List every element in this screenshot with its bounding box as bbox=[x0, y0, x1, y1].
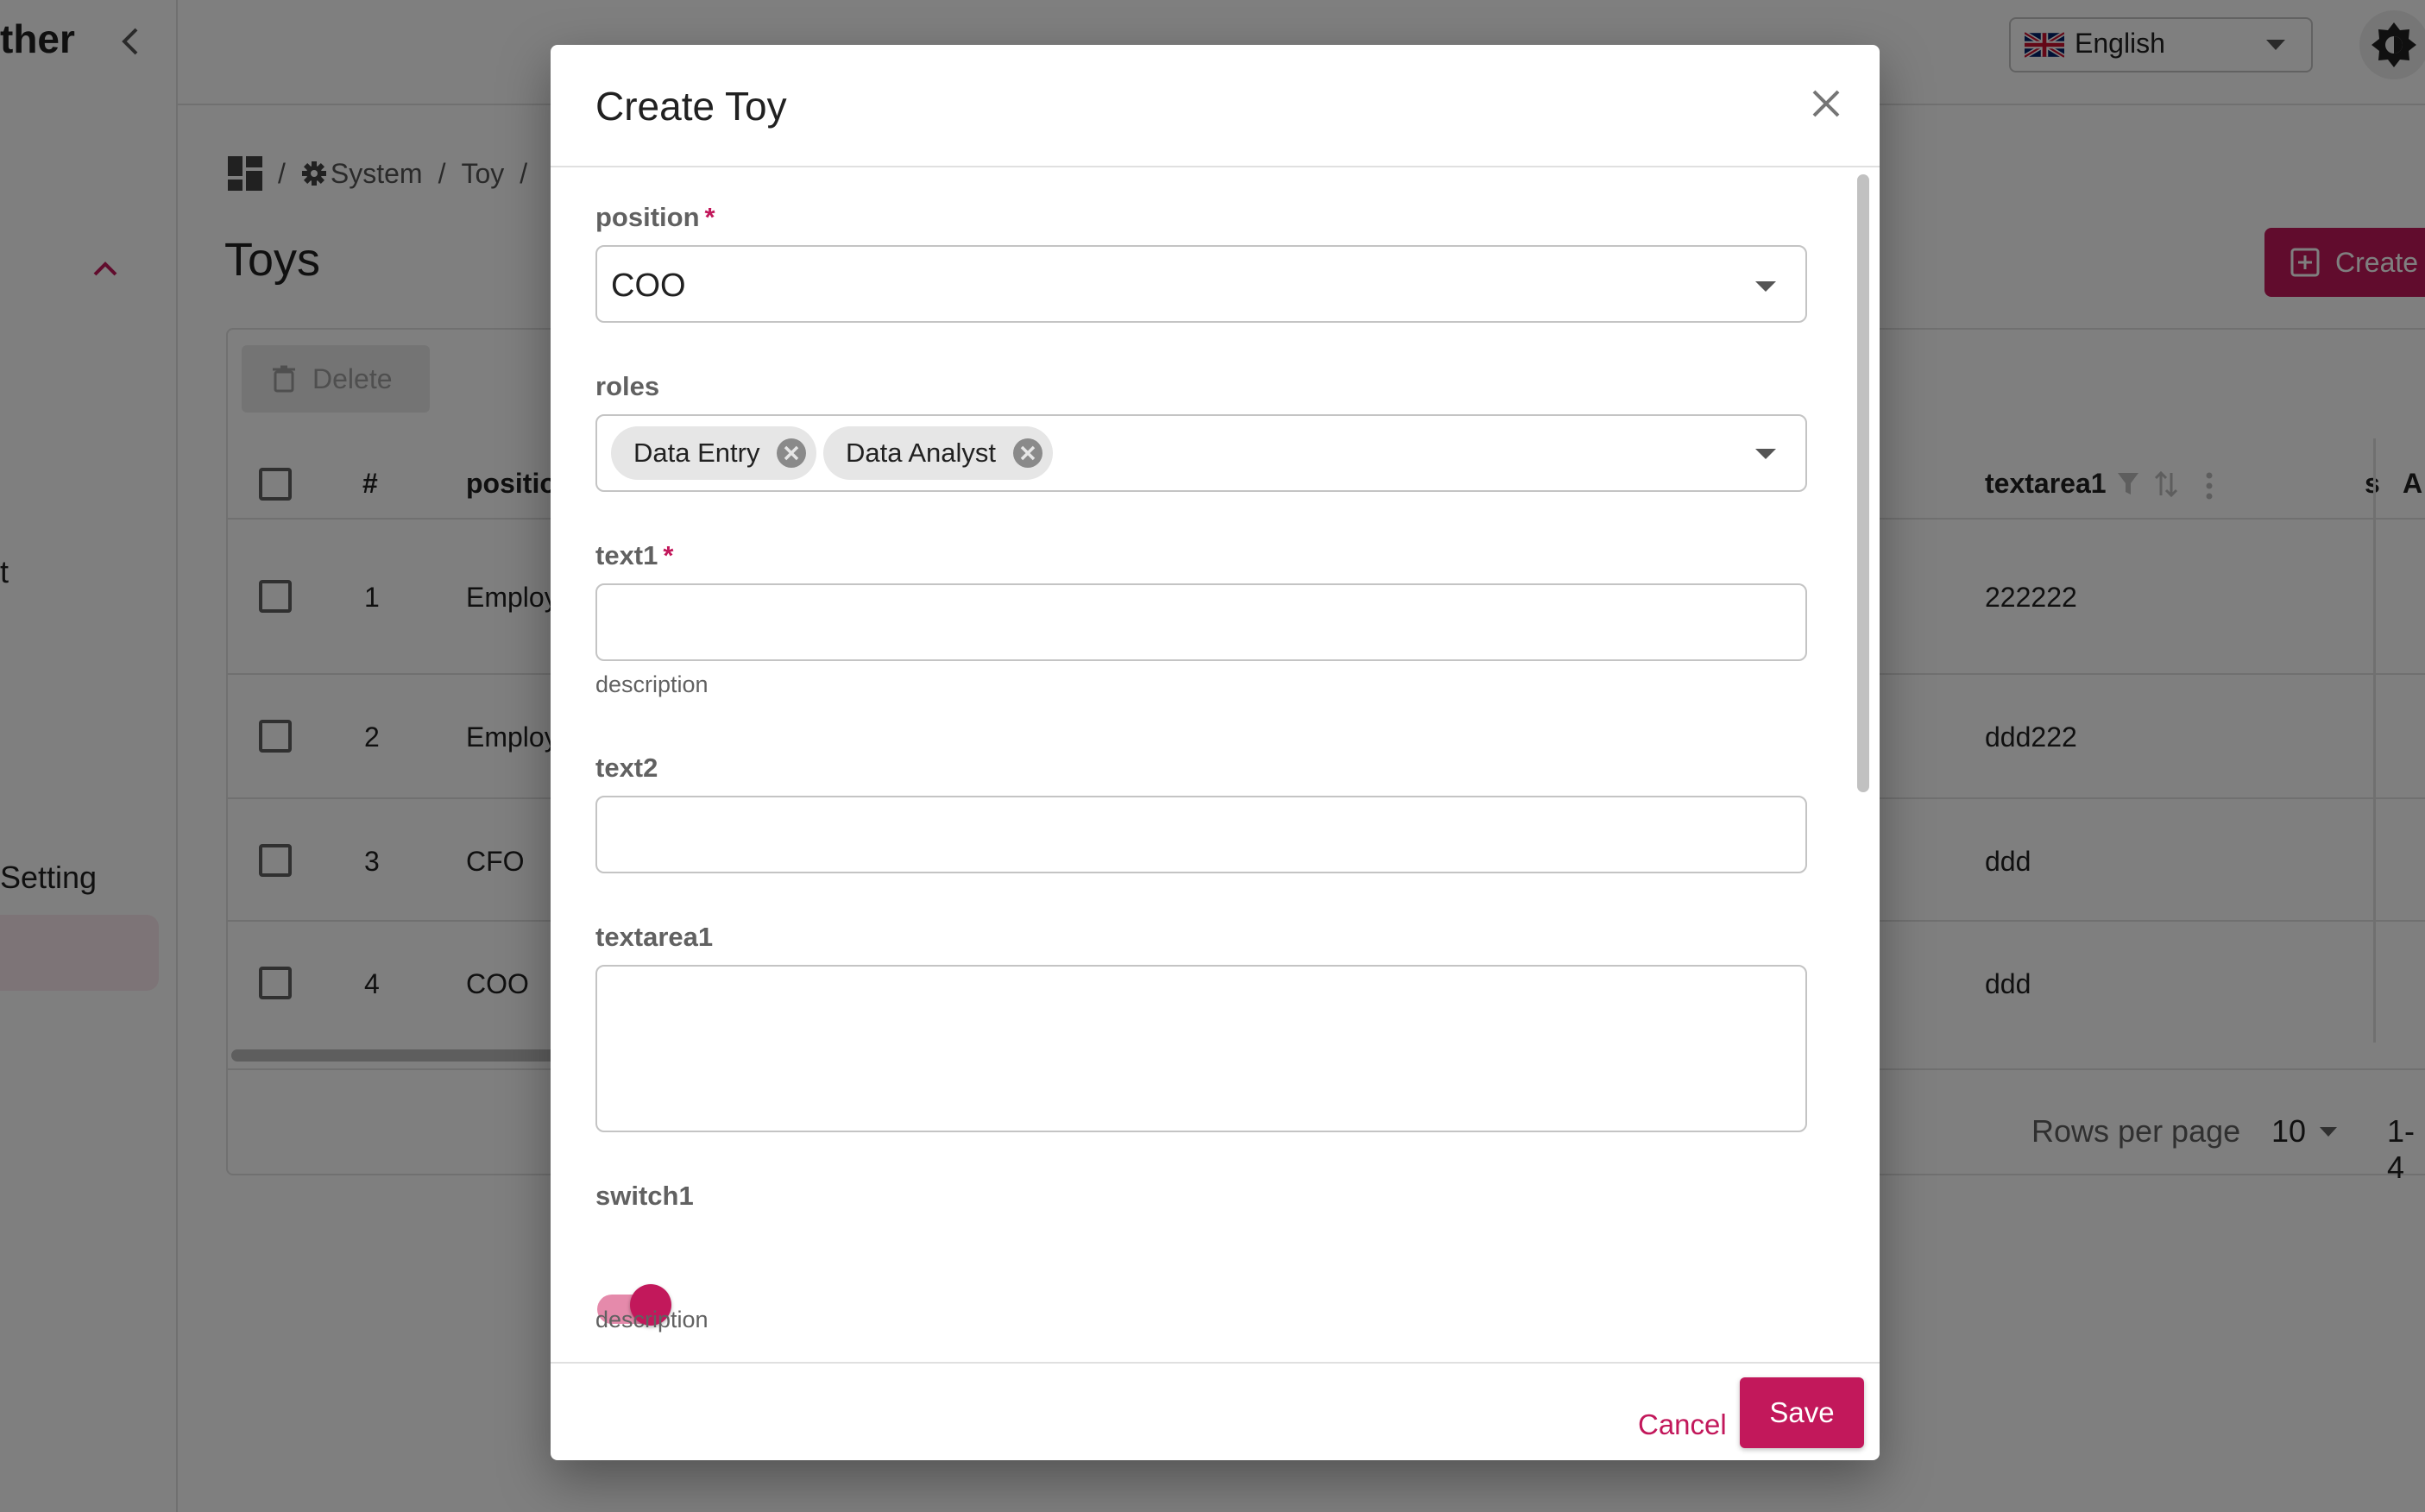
dialog-title: Create Toy bbox=[595, 84, 787, 129]
cancel-button[interactable]: Cancel bbox=[1626, 1391, 1739, 1458]
chip-remove-icon[interactable] bbox=[1011, 437, 1044, 469]
chip-label: Data Analyst bbox=[846, 438, 997, 468]
role-chip-data-analyst[interactable]: Data Analyst bbox=[823, 426, 1054, 480]
save-button[interactable]: Save bbox=[1740, 1377, 1864, 1448]
caret-down-icon bbox=[1755, 281, 1776, 292]
text1-label: text1 * bbox=[595, 540, 674, 570]
position-label: position * bbox=[595, 202, 715, 232]
dialog-header-divider bbox=[551, 166, 1880, 167]
text2-input[interactable] bbox=[595, 796, 1807, 873]
switch1-label: switch1 bbox=[595, 1181, 694, 1211]
roles-label: roles bbox=[595, 371, 660, 401]
dialog-scrollbar[interactable] bbox=[1857, 174, 1869, 792]
create-toy-dialog: Create Toy position * COO roles Data Entr… bbox=[551, 45, 1880, 1460]
text1-input[interactable] bbox=[595, 583, 1807, 661]
switch1-helper-text: description bbox=[595, 1307, 709, 1332]
position-select-value: COO bbox=[611, 268, 686, 304]
required-marker: * bbox=[663, 540, 674, 570]
text2-label: text2 bbox=[595, 753, 658, 783]
required-marker: * bbox=[704, 202, 715, 232]
chip-remove-icon[interactable] bbox=[775, 437, 808, 469]
textarea1-label: textarea1 bbox=[595, 922, 714, 952]
close-icon[interactable] bbox=[1805, 83, 1847, 124]
caret-down-icon bbox=[1755, 449, 1776, 459]
text1-helper-text: description bbox=[595, 671, 709, 697]
position-select[interactable]: COO bbox=[595, 245, 1807, 323]
chip-label: Data Entry bbox=[633, 438, 760, 468]
role-chip-data-entry[interactable]: Data Entry bbox=[611, 426, 817, 480]
dialog-footer-divider bbox=[551, 1362, 1880, 1364]
textarea1-input[interactable] bbox=[595, 965, 1807, 1132]
